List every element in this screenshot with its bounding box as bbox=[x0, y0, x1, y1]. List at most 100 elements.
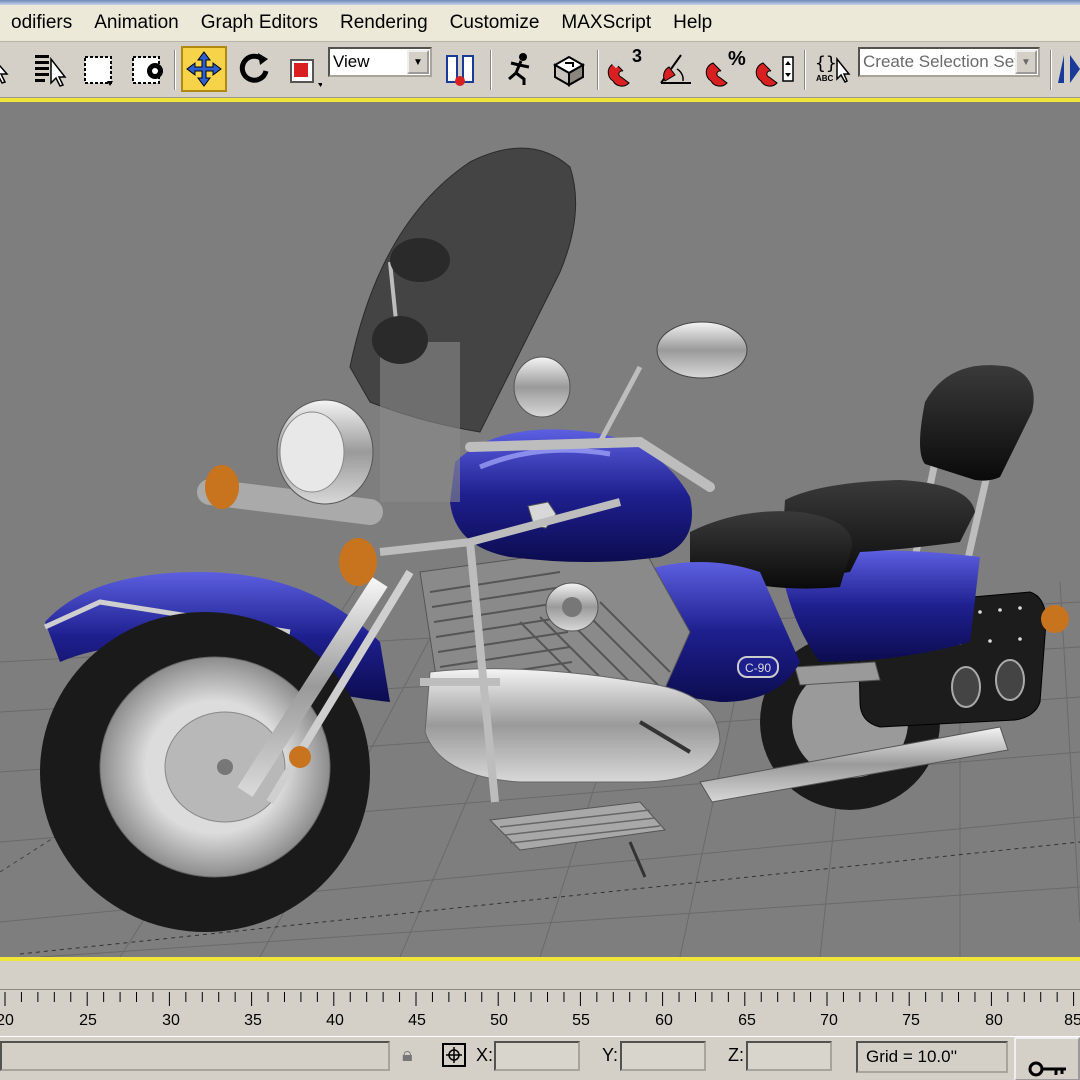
rect-selection-icon bbox=[84, 56, 113, 86]
mirror-icon bbox=[1058, 55, 1080, 83]
select-arrow-icon bbox=[0, 64, 9, 84]
timeline-ruler[interactable]: 20 25 30 35 40 45 50 55 60 65 70 75 80 8… bbox=[0, 989, 1080, 1037]
tick-label: 25 bbox=[79, 1012, 97, 1029]
reference-coordinate-dropdown[interactable]: View ▼ bbox=[328, 47, 432, 77]
select-manipulate-button[interactable] bbox=[496, 46, 542, 92]
snaps-toggle-button[interactable]: 3 bbox=[604, 46, 650, 92]
toolbar-separator bbox=[174, 50, 176, 90]
keyboard-override-icon bbox=[552, 55, 586, 87]
aux-light-cover bbox=[372, 316, 428, 364]
menu-animation[interactable]: Animation bbox=[83, 0, 190, 42]
y-coordinate-label: Y: bbox=[602, 1045, 619, 1065]
grid-size-display: Grid = 10.0'' bbox=[856, 1041, 1008, 1073]
selection-lock-icon[interactable]: 🔒︎ bbox=[402, 1044, 413, 1067]
tick-label: 20 bbox=[0, 1012, 14, 1029]
dropdown-arrow-icon[interactable]: ▼ bbox=[407, 50, 429, 74]
menu-graph-editors[interactable]: Graph Editors bbox=[190, 0, 329, 42]
select-by-name-button[interactable] bbox=[26, 46, 72, 92]
select-and-rotate-button[interactable] bbox=[231, 46, 277, 92]
tick-label: 70 bbox=[820, 1012, 838, 1029]
fork-reflector bbox=[289, 746, 311, 768]
aux-headlight bbox=[513, 356, 571, 418]
percent-snap-toggle-button[interactable]: % bbox=[704, 46, 750, 92]
toolbar-separator bbox=[804, 50, 806, 90]
grid-size-value: Grid = 10.0'' bbox=[866, 1047, 958, 1066]
dropdown-arrow-icon[interactable]: ▼ bbox=[1015, 50, 1037, 74]
menu-bar: odifiers Animation Graph Editors Renderi… bbox=[0, 0, 1080, 42]
tick-label: 35 bbox=[244, 1012, 262, 1029]
svg-text:{}: {} bbox=[815, 53, 837, 74]
tick-label: 75 bbox=[902, 1012, 920, 1029]
keyboard-shortcut-override-button[interactable] bbox=[546, 46, 592, 92]
menu-modifiers[interactable]: odifiers bbox=[0, 0, 83, 42]
manipulate-figure-icon bbox=[508, 53, 530, 85]
angle-snap-icon bbox=[660, 54, 691, 84]
rear-turn-signal bbox=[1041, 605, 1069, 633]
menu-maxscript[interactable]: MAXScript bbox=[550, 0, 662, 42]
right-turn-signal bbox=[339, 538, 377, 586]
named-selection-set-dropdown[interactable]: Create Selection Set ▼ bbox=[858, 47, 1040, 77]
use-pivot-center-button[interactable] bbox=[438, 46, 484, 92]
track-bar[interactable]: 20 25 30 35 40 45 50 55 60 65 70 75 80 8… bbox=[0, 961, 1080, 1036]
reference-coordinate-value: View bbox=[333, 52, 370, 71]
right-mirror bbox=[656, 321, 748, 379]
spinner-snap-icon bbox=[755, 56, 794, 87]
backrest bbox=[920, 365, 1034, 481]
set-key-button[interactable] bbox=[1014, 1037, 1080, 1080]
named-selection-icon: {} bbox=[815, 53, 851, 83]
window-crossing-icon bbox=[132, 56, 163, 84]
select-by-name-icon bbox=[35, 55, 67, 87]
window-crossing-button[interactable] bbox=[124, 46, 170, 92]
snap-magnet-icon bbox=[607, 59, 630, 87]
named-selection-set-placeholder: Create Selection Set bbox=[863, 52, 1019, 71]
prompt-line bbox=[0, 1041, 390, 1071]
rotate-icon bbox=[239, 53, 269, 83]
select-and-move-button[interactable] bbox=[181, 46, 227, 92]
left-mirror bbox=[390, 238, 450, 282]
tick-label: 80 bbox=[985, 1012, 1003, 1029]
x-coordinate-field[interactable] bbox=[494, 1041, 580, 1071]
tick-label: 85 bbox=[1064, 1012, 1080, 1029]
z-coordinate-label: Z: bbox=[728, 1045, 744, 1065]
absolute-mode-toggle[interactable] bbox=[442, 1043, 466, 1067]
mirror-button[interactable] bbox=[1054, 46, 1080, 92]
motorcycle-model-render: C-90 bbox=[0, 147, 1080, 957]
title-bar-strip bbox=[0, 0, 1080, 5]
toolbar-separator bbox=[490, 50, 492, 90]
snap-dimension-label: 3 bbox=[632, 46, 643, 66]
select-and-scale-button[interactable] bbox=[279, 46, 325, 92]
y-coordinate-field[interactable] bbox=[620, 1041, 706, 1071]
menu-help[interactable]: Help bbox=[662, 0, 723, 42]
move-arrows-icon bbox=[186, 51, 222, 87]
select-object-button[interactable] bbox=[0, 46, 12, 92]
key-icon bbox=[1028, 1061, 1066, 1077]
edit-named-selection-button[interactable]: {} ABC bbox=[810, 46, 856, 92]
abc-label: ABC bbox=[816, 74, 834, 83]
tick-label: 45 bbox=[408, 1012, 426, 1029]
angle-snap-toggle-button[interactable] bbox=[654, 46, 700, 92]
tick-label: 60 bbox=[655, 1012, 673, 1029]
scale-icon bbox=[290, 59, 322, 87]
tick-label: 40 bbox=[326, 1012, 344, 1029]
absolute-mode-icon bbox=[446, 1047, 462, 1063]
tick-label: 30 bbox=[162, 1012, 180, 1029]
z-coordinate-field[interactable] bbox=[746, 1041, 832, 1071]
toolbar-separator bbox=[1050, 50, 1052, 90]
side-badge-text: C-90 bbox=[745, 661, 771, 675]
perspective-viewport[interactable]: C-90 bbox=[0, 102, 1080, 957]
menu-rendering[interactable]: Rendering bbox=[329, 0, 439, 42]
windshield-mount bbox=[380, 342, 460, 502]
tick-label: 55 bbox=[572, 1012, 590, 1029]
ruler-ticks bbox=[4, 992, 1075, 1006]
percent-label: % bbox=[728, 48, 746, 70]
left-turn-signal bbox=[205, 465, 239, 509]
menu-customize[interactable]: Customize bbox=[439, 0, 551, 42]
main-toolbar: View ▼ 3 % {} ABC Create Selection Set ▼ bbox=[0, 42, 1080, 98]
tick-label: 50 bbox=[490, 1012, 508, 1029]
spinner-snap-toggle-button[interactable] bbox=[754, 46, 800, 92]
status-bar: 🔒︎ X: Y: Z: Grid = 10.0'' bbox=[0, 1036, 1080, 1080]
pivot-center-icon bbox=[446, 55, 474, 86]
rectangular-selection-button[interactable] bbox=[74, 46, 120, 92]
tick-label: 65 bbox=[738, 1012, 756, 1029]
x-coordinate-label: X: bbox=[476, 1045, 494, 1065]
